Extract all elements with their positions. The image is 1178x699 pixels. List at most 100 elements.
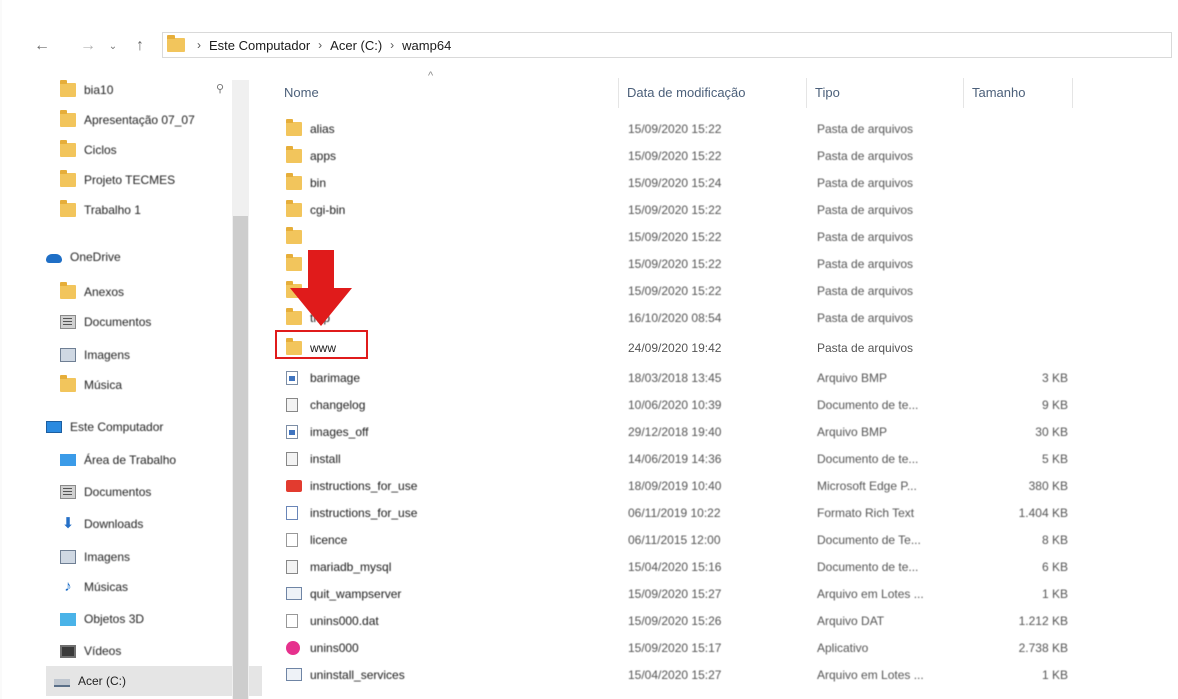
breadcrumb-separator-icon[interactable]: › — [384, 38, 400, 52]
file-row-www[interactable]: www 24/09/2020 19:42 Pasta de arquivos — [266, 334, 1166, 361]
file-type: Aplicativo — [817, 640, 869, 655]
sidebar-item-onedrive[interactable]: OneDrive — [46, 242, 251, 272]
breadcrumb-separator-icon[interactable]: › — [312, 38, 328, 52]
file-row[interactable]: images_off 29/12/2018 19:40 Arquivo BMP … — [266, 418, 1166, 445]
sidebar-item-label: Objetos 3D — [84, 612, 145, 626]
file-date: 15/09/2020 15:26 — [628, 613, 722, 628]
column-header-date[interactable]: Data de modificação — [619, 72, 804, 112]
breadcrumb-item[interactable]: Acer (C:) — [328, 38, 384, 53]
forward-arrow-icon[interactable]: → — [78, 34, 98, 58]
drive-icon — [54, 679, 70, 687]
file-row[interactable]: uninstall_services 15/04/2020 15:27 Arqu… — [266, 661, 1166, 688]
document-icon — [286, 559, 298, 574]
file-date: 15/09/2020 15:17 — [628, 640, 722, 655]
file-row[interactable]: barimage 18/03/2018 13:45 Arquivo BMP 3 … — [266, 364, 1166, 391]
file-row[interactable]: quit_wampserver 15/09/2020 15:27 Arquivo… — [266, 580, 1166, 607]
recent-locations-chevron-icon[interactable]: ⌄ — [104, 34, 122, 58]
file-date: 15/09/2020 15:22 — [628, 121, 722, 136]
folder-icon — [286, 118, 302, 136]
sidebar-item-label: bia10 — [84, 83, 114, 97]
sidebar-scrollbar-thumb[interactable] — [233, 216, 248, 699]
file-row[interactable]: cgi-bin 15/09/2020 15:22 Pasta de arquiv… — [266, 196, 1166, 223]
folder-icon — [60, 80, 76, 97]
folder-icon — [167, 35, 185, 52]
file-row[interactable]: instructions_for_use 06/11/2019 10:22 Fo… — [266, 499, 1166, 526]
cloud-icon — [46, 254, 62, 263]
music-icon: ♪ — [64, 578, 72, 595]
folder-icon — [60, 200, 76, 217]
column-header-name[interactable]: Nome — [276, 72, 616, 112]
file-row[interactable]: changelog 10/06/2020 10:39 Documento de … — [266, 391, 1166, 418]
file-name: changelog — [310, 397, 366, 412]
file-date: 06/11/2019 10:22 — [628, 505, 721, 520]
folder-icon — [286, 145, 302, 163]
sidebar-item-label: Vídeos — [84, 644, 122, 658]
bmp-file-icon — [286, 370, 298, 385]
sidebar-item-label: Acer (C:) — [78, 674, 126, 688]
file-row[interactable]: instructions_for_use 18/09/2019 10:40 Mi… — [266, 472, 1166, 499]
column-divider[interactable] — [1072, 78, 1073, 108]
rtf-file-icon — [286, 505, 298, 520]
file-row[interactable]: unins000.dat 15/09/2020 15:26 Arquivo DA… — [266, 607, 1166, 634]
file-date: 15/09/2020 15:22 — [628, 256, 722, 271]
sidebar-item-acer-c[interactable]: Acer (C:) — [46, 666, 262, 696]
file-size: 30 KB — [1035, 424, 1068, 439]
file-type: Arquivo BMP — [817, 424, 888, 439]
breadcrumb-separator-icon: › — [197, 38, 201, 52]
address-bar[interactable]: › Este Computador › Acer (C:) › wamp64 — [162, 32, 1172, 58]
file-type: Microsoft Edge P... — [817, 478, 917, 493]
file-row[interactable]: alias 15/09/2020 15:22 Pasta de arquivos — [266, 115, 1166, 142]
file-size: 1.404 KB — [1018, 505, 1068, 520]
file-type: Pasta de arquivos — [817, 340, 914, 355]
file-row[interactable]: install 14/06/2019 14:36 Documento de te… — [266, 445, 1166, 472]
file-type: Pasta de arquivos — [817, 310, 914, 325]
application-icon — [286, 640, 300, 655]
column-header-size[interactable]: Tamanho — [964, 72, 1069, 112]
file-date: 15/04/2020 15:16 — [628, 559, 722, 574]
file-date: 15/09/2020 15:24 — [628, 175, 722, 190]
sidebar-item-label: Apresentação 07_07 — [84, 113, 195, 127]
file-row[interactable]: 15/09/2020 15:22 Pasta de arquivos — [266, 250, 1166, 277]
sidebar-item-label: Músicas — [84, 580, 129, 594]
desktop-icon — [60, 454, 76, 466]
file-date: 14/06/2019 14:36 — [628, 451, 722, 466]
breadcrumb-item[interactable]: wamp64 — [400, 38, 453, 53]
file-row[interactable]: licence 06/11/2015 12:00 Documento de Te… — [266, 526, 1166, 553]
images-icon — [60, 348, 76, 362]
file-row[interactable]: bin 15/09/2020 15:24 Pasta de arquivos — [266, 169, 1166, 196]
folder-icon — [60, 170, 76, 187]
back-arrow-icon[interactable]: ← — [32, 34, 52, 58]
sidebar-item-label: Ciclos — [84, 143, 117, 157]
file-type: Pasta de arquivos — [817, 256, 914, 271]
documents-icon — [60, 485, 76, 499]
document-icon — [286, 397, 298, 412]
file-name: instructions_for_use — [310, 505, 418, 520]
computer-icon — [46, 421, 62, 433]
file-row[interactable]: unins000 15/09/2020 15:17 Aplicativo 2.7… — [266, 634, 1166, 661]
file-date: 15/09/2020 15:27 — [628, 586, 722, 601]
breadcrumb-item[interactable]: Este Computador — [207, 38, 312, 53]
folder-icon — [60, 140, 76, 157]
file-name: images_off — [310, 424, 369, 439]
up-arrow-icon[interactable]: ↑ — [130, 34, 150, 58]
file-row[interactable]: 15/09/2020 15:22 Pasta de arquivos — [266, 277, 1166, 304]
file-row[interactable]: tmp 16/10/2020 08:54 Pasta de arquivos — [266, 304, 1166, 331]
sidebar-item-label: Documentos — [84, 485, 152, 499]
edge-pdf-icon — [286, 479, 302, 492]
text-file-icon — [286, 532, 298, 547]
file-date: 15/09/2020 15:22 — [628, 148, 722, 163]
sidebar-item-label: Área de Trabalho — [84, 453, 177, 467]
file-row[interactable]: 15/09/2020 15:22 Pasta de arquivos — [266, 223, 1166, 250]
file-type: Pasta de arquivos — [817, 148, 914, 163]
column-header-type[interactable]: Tipo — [807, 72, 962, 112]
file-type: Documento de te... — [817, 559, 919, 574]
file-name: unins000 — [310, 640, 359, 655]
batch-file-icon — [286, 587, 302, 600]
sidebar-item-este-computador[interactable]: Este Computador — [46, 412, 251, 442]
file-row[interactable]: apps 15/09/2020 15:22 Pasta de arquivos — [266, 142, 1166, 169]
file-row[interactable]: mariadb_mysql 15/04/2020 15:16 Documento… — [266, 553, 1166, 580]
file-type: Pasta de arquivos — [817, 175, 914, 190]
file-date: 06/11/2015 12:00 — [628, 532, 721, 547]
file-date: 18/03/2018 13:45 — [628, 370, 722, 385]
file-date: 18/09/2019 10:40 — [628, 478, 722, 493]
